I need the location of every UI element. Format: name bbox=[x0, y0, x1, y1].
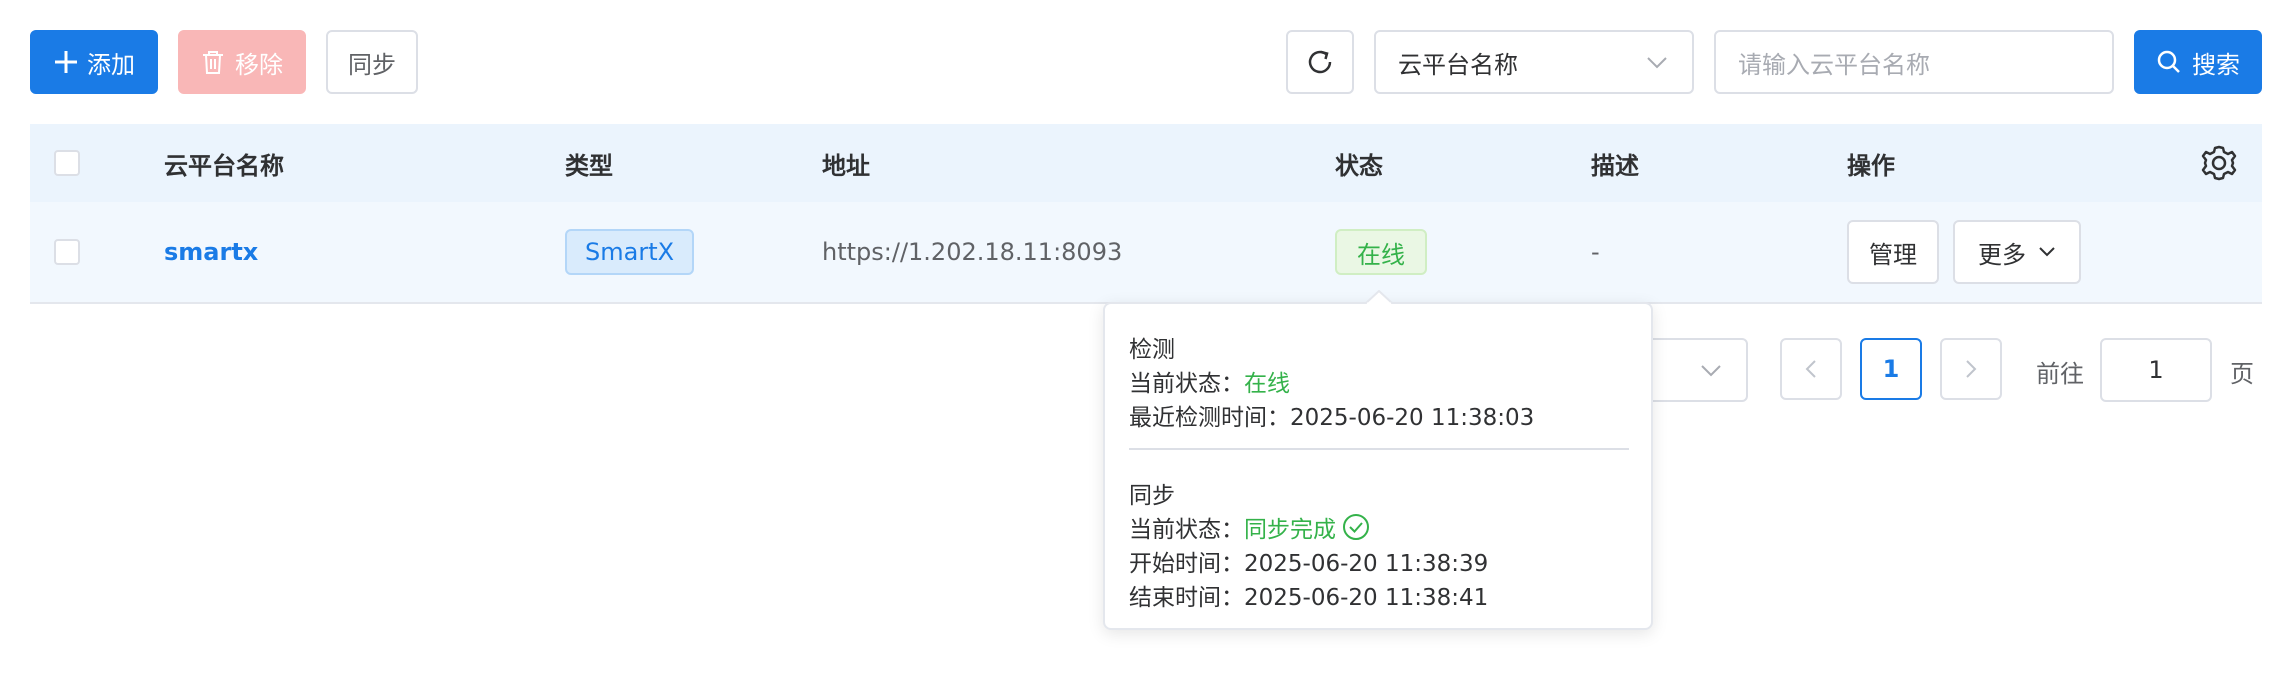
gear-icon[interactable] bbox=[2200, 144, 2238, 182]
chevron-down-icon bbox=[1701, 365, 1721, 377]
detect-time-label: 最近检测时间： bbox=[1129, 405, 1290, 431]
sync-status-label: 当前状态： bbox=[1129, 517, 1244, 543]
chevron-down-icon bbox=[2039, 247, 2055, 257]
search-button[interactable]: 搜索 bbox=[2134, 30, 2262, 94]
search-input[interactable]: 请输入云平台名称 bbox=[1714, 30, 2114, 94]
row-checkbox[interactable] bbox=[54, 239, 80, 265]
page-suffix-label: 页 bbox=[2230, 360, 2254, 388]
goto-page-input[interactable]: 1 bbox=[2100, 338, 2212, 402]
search-placeholder: 请输入云平台名称 bbox=[1738, 50, 1930, 79]
sync-section-title: 同步 bbox=[1129, 483, 1175, 509]
sync-status-line: 当前状态： 同步完成 bbox=[1129, 510, 1370, 544]
chevron-left-icon bbox=[1805, 360, 1816, 378]
sync-status-value: 同步完成 bbox=[1244, 517, 1336, 543]
header-description: 描述 bbox=[1591, 151, 1639, 180]
manage-button-label: 管理 bbox=[1869, 240, 1917, 269]
header-status: 状态 bbox=[1335, 151, 1383, 180]
detect-time-value: 2025-06-20 11:38:03 bbox=[1290, 405, 1535, 431]
sync-end-line: 结束时间：2025-06-20 11:38:41 bbox=[1129, 578, 1488, 612]
sync-end-value: 2025-06-20 11:38:41 bbox=[1244, 585, 1489, 611]
manage-button[interactable]: 管理 bbox=[1847, 220, 1939, 284]
check-circle-icon bbox=[1343, 514, 1369, 540]
chevron-right-icon bbox=[1966, 360, 1977, 378]
sync-start-line: 开始时间：2025-06-20 11:38:39 bbox=[1129, 544, 1488, 578]
sync-start-value: 2025-06-20 11:38:39 bbox=[1244, 551, 1489, 577]
detect-status-label: 当前状态： bbox=[1129, 371, 1244, 397]
header-address: 地址 bbox=[822, 151, 870, 180]
more-dropdown-button[interactable]: 更多 bbox=[1953, 220, 2081, 284]
current-page: 1 bbox=[1882, 355, 1900, 383]
prev-page-button[interactable] bbox=[1780, 338, 1842, 400]
sync-button-label: 同步 bbox=[348, 50, 396, 79]
row-type-cell: SmartX bbox=[565, 202, 695, 302]
remove-button-label: 移除 bbox=[235, 50, 283, 79]
type-tag: SmartX bbox=[565, 229, 695, 275]
search-icon bbox=[2157, 50, 2180, 73]
row-name-link[interactable]: smartx bbox=[164, 202, 258, 302]
filter-field-select[interactable]: 云平台名称 bbox=[1374, 30, 1694, 94]
popover-arrow bbox=[1365, 290, 1393, 304]
popover-divider bbox=[1129, 448, 1629, 450]
next-page-button[interactable] bbox=[1940, 338, 2002, 400]
status-popover: 检测 当前状态：在线 最近检测时间：2025-06-20 11:38:03 同步… bbox=[1103, 290, 1653, 630]
select-all-checkbox[interactable] bbox=[54, 150, 80, 176]
search-button-label: 搜索 bbox=[2192, 50, 2240, 79]
refresh-icon bbox=[1308, 50, 1332, 74]
filter-field-value: 云平台名称 bbox=[1398, 50, 1518, 79]
goto-page-value: 1 bbox=[2148, 356, 2164, 384]
row-address: https://1.202.18.11:8093 bbox=[822, 238, 1123, 266]
trash-icon bbox=[203, 51, 223, 74]
row-status-cell: 在线 bbox=[1335, 202, 1427, 302]
sync-button[interactable]: 同步 bbox=[326, 30, 418, 94]
more-button-label: 更多 bbox=[1978, 240, 2026, 269]
detect-time-line: 最近检测时间：2025-06-20 11:38:03 bbox=[1129, 398, 1534, 432]
page-number-button[interactable]: 1 bbox=[1860, 338, 1922, 400]
sync-start-label: 开始时间： bbox=[1129, 551, 1244, 577]
status-badge[interactable]: 在线 bbox=[1335, 229, 1427, 275]
add-button[interactable]: 添加 bbox=[30, 30, 158, 94]
header-type: 类型 bbox=[565, 151, 613, 180]
plus-icon bbox=[55, 51, 77, 73]
chevron-down-icon bbox=[1647, 57, 1667, 69]
table-row: smartx SmartX https://1.202.18.11:8093 在… bbox=[30, 202, 2262, 304]
table-header: 云平台名称 类型 地址 状态 描述 操作 bbox=[30, 124, 2262, 202]
remove-button[interactable]: 移除 bbox=[178, 30, 306, 94]
detect-section-title: 检测 bbox=[1129, 337, 1175, 363]
detect-status-value: 在线 bbox=[1244, 371, 1290, 397]
row-description: - bbox=[1591, 238, 1600, 266]
header-actions: 操作 bbox=[1847, 151, 1895, 180]
header-name: 云平台名称 bbox=[164, 151, 284, 180]
detect-status-line: 当前状态：在线 bbox=[1129, 364, 1290, 398]
add-button-label: 添加 bbox=[87, 50, 135, 79]
sync-end-label: 结束时间： bbox=[1129, 585, 1244, 611]
goto-label: 前往 bbox=[2036, 360, 2084, 388]
refresh-button[interactable] bbox=[1286, 30, 1354, 94]
